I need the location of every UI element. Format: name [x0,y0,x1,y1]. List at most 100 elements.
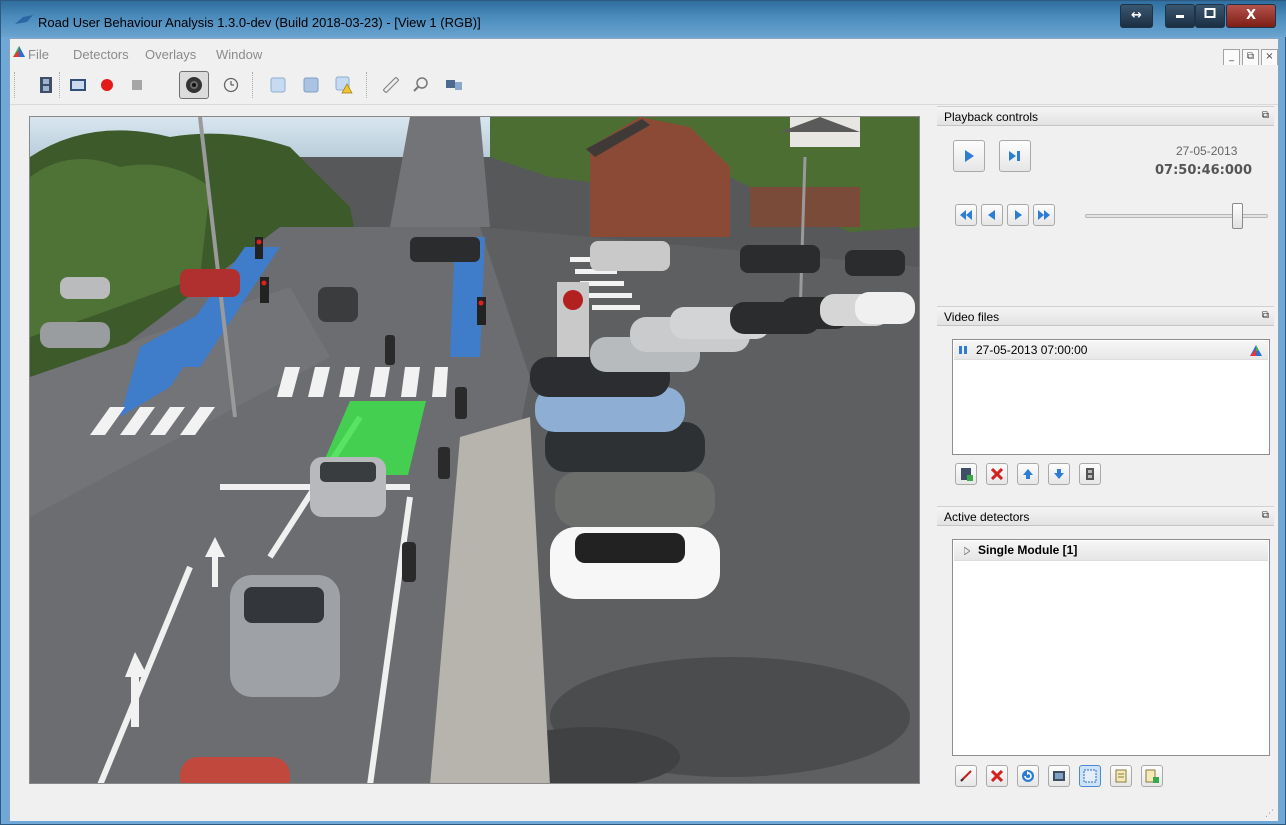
screens-icon [446,80,462,90]
minimize-button[interactable] [1165,4,1195,28]
panel-float-icon[interactable]: ⧉ [1262,510,1269,521]
play-icon [965,150,974,162]
video-view[interactable] [29,116,920,784]
delete-icon [991,468,1003,480]
step-forward-icon [1009,151,1020,161]
edit-detector-button[interactable] [955,765,977,787]
delete-icon [991,770,1003,782]
panel-float-icon[interactable]: ⧉ [1262,310,1269,321]
reset-detector-button[interactable] [1017,765,1039,787]
title-bar[interactable]: Road User Behaviour Analysis 1.3.0-dev (… [1,1,1286,37]
clock-icon [223,77,239,93]
minimize-icon [1176,15,1184,18]
video-files-panel-title: Video files [944,310,1000,324]
playback-panel-header: Playback controls ⧉ [937,106,1274,126]
film-add-icon [961,468,973,481]
app-logo-icon [13,46,25,57]
active-detectors-panel-title: Active detectors [944,510,1030,524]
rect-warn-icon [335,76,353,94]
film-icon [40,77,52,93]
maximize-icon [1204,8,1216,18]
film-strip-icon [1086,468,1094,480]
add-video-button[interactable] [955,463,977,485]
playback-panel-title: Playback controls [944,110,1039,124]
fast-rewind-button[interactable] [955,204,977,226]
playback-slider[interactable] [1085,203,1268,229]
tree-item[interactable]: Single Module [1] [954,541,1268,561]
active-detectors-panel-header: Active detectors ⧉ [937,506,1274,526]
resize-button[interactable]: ↔ [1120,4,1153,28]
mdi-close-button[interactable]: × [1261,49,1278,66]
menu-bar: File Detectors Overlays Window _ ⧉ × [10,42,1278,66]
step-play-button[interactable] [999,140,1031,172]
arrow-down-icon [1054,469,1064,479]
list-item[interactable]: 27-05-2013 07:00:00 [954,341,1268,360]
refresh-icon [1022,770,1034,782]
camera-button[interactable] [179,71,209,99]
playback-date: 27-05-2013 [1176,144,1238,158]
expand-arrow-icon[interactable] [964,547,970,555]
app-icon [15,15,33,24]
menu-overlays[interactable]: Overlays [145,47,196,62]
image-view-icon [1053,771,1065,781]
fast-forward-icon [1038,210,1050,220]
close-button[interactable]: X [1226,4,1276,28]
screens-button[interactable] [443,74,465,96]
detector-view-button[interactable] [1048,765,1070,787]
video-file-label: 27-05-2013 07:00:00 [976,343,1088,357]
stop-button[interactable] [126,74,148,96]
time-button[interactable] [220,74,242,96]
resize-grip[interactable]: ⋰ [1265,809,1274,819]
video-file-icon [959,346,967,354]
selection-rect-icon [1083,769,1097,783]
toolbar-separator [366,72,368,98]
step-back-button[interactable] [981,204,1003,226]
move-up-button[interactable] [1017,463,1039,485]
add-detector-button[interactable] [1141,765,1163,787]
rgb-channel-icon [1250,345,1262,356]
video-properties-button[interactable] [1079,463,1101,485]
zoom-button[interactable] [410,74,432,96]
move-down-button[interactable] [1048,463,1070,485]
mdi-minimize-button[interactable]: _ [1223,49,1240,66]
video-files-list[interactable]: 27-05-2013 07:00:00 [952,339,1270,455]
display-button[interactable] [67,74,89,96]
detector-notes-button[interactable] [1110,765,1132,787]
fast-forward-button[interactable] [1033,204,1055,226]
arrow-up-icon [1023,469,1033,479]
menu-detectors[interactable]: Detectors [73,47,129,62]
active-detectors-tree[interactable]: Single Module [1] [952,539,1270,756]
region-shaded-button[interactable] [300,74,322,96]
rect-icon [270,77,286,93]
document-add-icon [1145,769,1159,783]
zoom-icon [413,77,428,92]
maximize-button[interactable] [1195,4,1225,28]
remove-detector-button[interactable] [986,765,1008,787]
fast-rewind-icon [960,210,972,220]
video-files-panel-header: Video files ⧉ [937,306,1274,326]
region-button[interactable] [267,74,289,96]
region-select-button[interactable] [1079,765,1101,787]
remove-video-button[interactable] [986,463,1008,485]
display-icon [70,79,86,91]
playback-time: 07:50:46:000 [1155,163,1253,178]
main-toolbar [10,65,1278,105]
region-warning-button[interactable] [333,74,355,96]
open-video-button[interactable] [35,74,57,96]
playback-slider-thumb[interactable] [1232,203,1244,229]
toolbar-grip [14,72,16,98]
record-icon [101,79,113,91]
panel-float-icon[interactable]: ⧉ [1262,110,1269,121]
menu-file[interactable]: File [28,47,49,62]
menu-window[interactable]: Window [216,47,262,62]
traffic-scene-image [30,117,919,783]
step-forward-button[interactable] [1007,204,1029,226]
record-button[interactable] [96,74,118,96]
measure-button[interactable] [380,74,402,96]
play-button[interactable] [953,140,985,172]
client-area: File Detectors Overlays Window _ ⧉ × Pla… [9,38,1279,821]
step-forward-small-icon [1015,210,1022,220]
document-icon [1115,769,1127,783]
mdi-restore-button[interactable]: ⧉ [1242,49,1259,66]
detector-label: Single Module [1] [978,543,1078,557]
